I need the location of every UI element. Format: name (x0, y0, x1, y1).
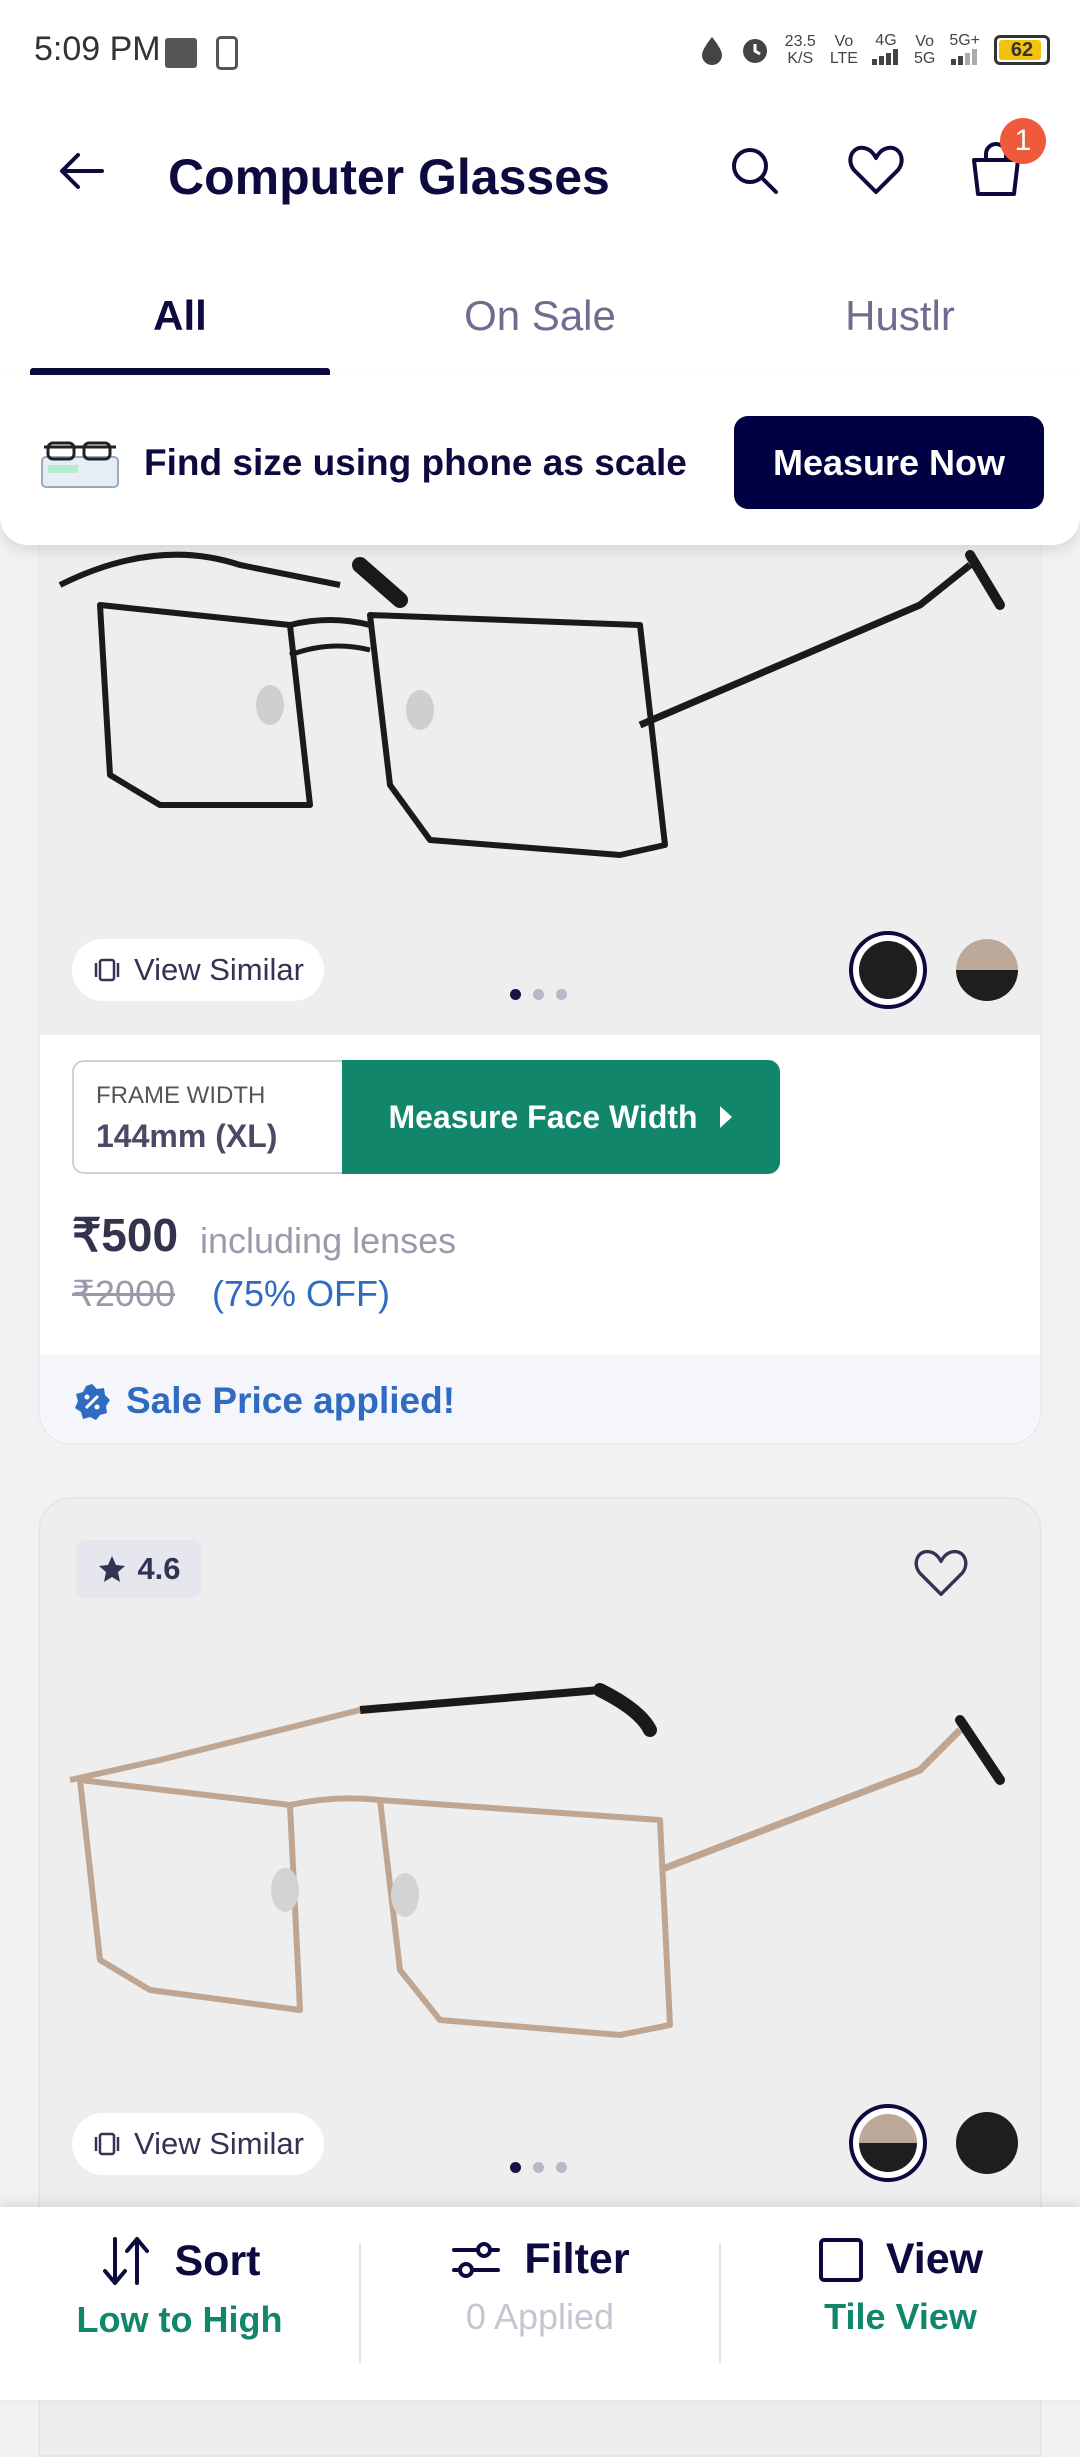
tab-hustlr[interactable]: Hustlr (750, 292, 1050, 340)
status-indicators: 23.5 K/S Vo LTE 4G Vo 5G 5G+ 62 (699, 30, 1050, 70)
play-arrow-icon (719, 1106, 732, 1128)
page-title: Computer Glasses (168, 149, 610, 205)
discount-badge-icon (75, 1384, 110, 1420)
color-swatch[interactable] (956, 2112, 1018, 2174)
image-carousel-dots (510, 2162, 567, 2173)
tile-view-icon (818, 2237, 863, 2282)
status-bar: 5:09 PM 23.5 K/S Vo LTE 4G Vo 5G 5G+ 62 (0, 0, 1080, 100)
view-similar-label: View Similar (134, 952, 304, 987)
frame-width-value: 144mm (XL) (96, 1118, 278, 1154)
measure-face-width-label: Measure Face Width (388, 1098, 698, 1135)
view-label: View (885, 2235, 984, 2283)
signal-4g-icon: 4G (871, 32, 900, 69)
phone-scale-glasses-icon (41, 441, 119, 488)
sort-arrows-icon (102, 2237, 149, 2285)
volte-1-indicator: Vo LTE (829, 33, 858, 67)
color-swatch[interactable] (956, 939, 1018, 1001)
rating-badge: 4.6 (76, 1540, 202, 1598)
status-time: 5:09 PM (34, 30, 161, 68)
sort-value: Low to High (76, 2299, 283, 2340)
filter-label: Filter (524, 2235, 630, 2283)
view-similar-button[interactable]: View Similar (72, 939, 324, 1001)
cart-count-badge: 1 (1000, 118, 1046, 164)
tab-on-sale[interactable]: On Sale (390, 292, 690, 340)
back-arrow-icon[interactable] (56, 145, 108, 197)
view-similar-icon (94, 958, 120, 982)
search-icon[interactable] (724, 140, 784, 200)
measure-face-width-button[interactable]: Measure Face Width (342, 1060, 780, 1174)
sort-button[interactable]: Sort Low to High (0, 2235, 359, 2341)
original-price: ₹2000 (72, 1273, 175, 1314)
measure-now-button[interactable]: Measure Now (734, 416, 1044, 509)
alarm-icon (742, 39, 767, 63)
signal-5g-icon: 5G+ (949, 32, 980, 69)
view-similar-button[interactable]: View Similar (72, 2113, 324, 2175)
view-similar-label: View Similar (134, 2126, 304, 2161)
filter-sliders-icon (452, 2241, 501, 2278)
sort-label: Sort (174, 2236, 261, 2285)
eyeglasses-image (69, 1683, 1005, 2038)
frame-width-label: FRAME WIDTH (96, 1082, 266, 1109)
discount-label: (75% OFF) (212, 1273, 391, 1314)
phone-notification-icon (216, 36, 238, 70)
image-carousel-dots (510, 989, 567, 1000)
color-swatch-selected[interactable] (849, 2104, 927, 2182)
filter-button[interactable]: Filter 0 Applied (361, 2235, 719, 2338)
color-swatch-selected[interactable] (849, 931, 927, 1009)
sale-applied-text: Sale Price applied! (126, 1380, 456, 1421)
wishlist-heart-icon[interactable] (912, 1545, 970, 1601)
filter-value: 0 Applied (465, 2296, 615, 2337)
rating-value: 4.6 (137, 1551, 181, 1586)
volte-2-indicator: Vo 5G (913, 33, 936, 67)
gallery-notification-icon (165, 38, 197, 68)
frame-width-box (72, 1060, 344, 1174)
star-icon (99, 1556, 126, 1582)
data-saver-icon (701, 37, 722, 65)
network-speed: 23.5 K/S (784, 33, 816, 67)
tab-all[interactable]: All (30, 292, 330, 340)
view-value: Tile View (824, 2296, 977, 2337)
wishlist-heart-icon[interactable] (846, 140, 906, 200)
price: ₹500 (72, 1209, 179, 1261)
view-similar-icon (94, 2132, 120, 2156)
view-mode-button[interactable]: View Tile View (721, 2235, 1080, 2338)
battery-icon: 62 (994, 35, 1050, 65)
price-note: including lenses (200, 1220, 457, 1261)
find-size-text: Find size using phone as scale (144, 442, 687, 483)
